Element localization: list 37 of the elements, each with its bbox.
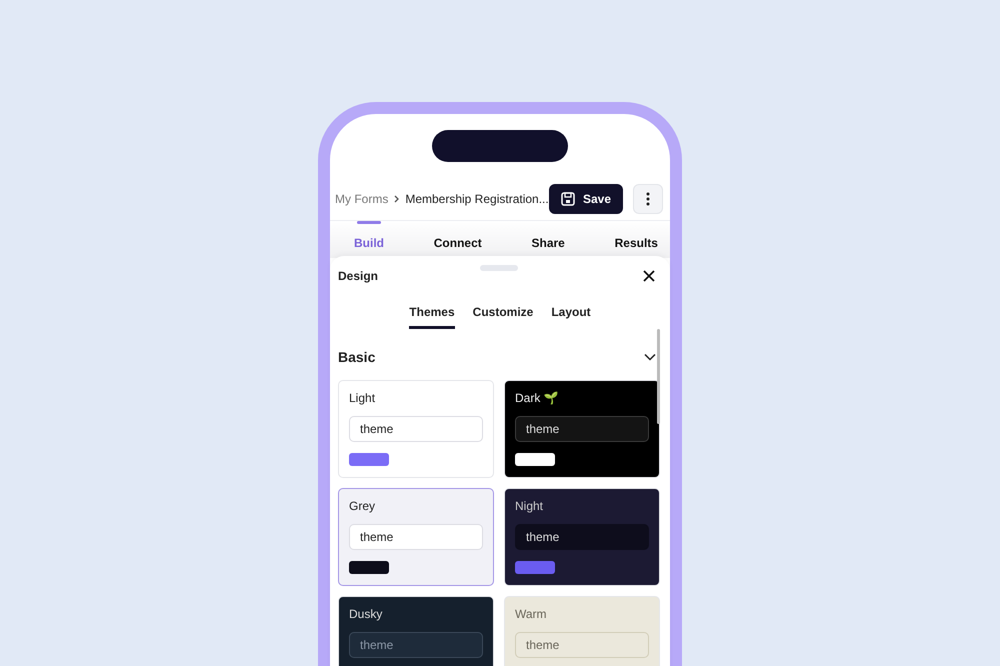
- tab[interactable]: Results: [614, 221, 658, 258]
- drag-handle[interactable]: [480, 265, 518, 271]
- chevron-right-icon: [394, 195, 400, 203]
- sample-field: theme: [515, 632, 649, 658]
- sample-field: theme: [349, 632, 483, 658]
- vertical-dots-icon: [646, 192, 650, 206]
- sample-field: theme: [515, 524, 649, 550]
- theme-card[interactable]: Grey theme: [338, 488, 494, 586]
- theme-name: Night: [515, 499, 544, 513]
- theme-name: Dusky: [349, 607, 382, 621]
- chevron-down-icon[interactable]: [644, 353, 656, 361]
- breadcrumb-current: Membership Registration...: [405, 192, 549, 206]
- theme-name: Dark 🌱: [515, 391, 559, 405]
- theme-name: Grey: [349, 499, 376, 513]
- theme-card[interactable]: Dark 🌱 theme: [504, 380, 660, 478]
- theme-name: Light: [349, 391, 376, 405]
- theme-name: Warm: [515, 607, 547, 621]
- sample-field: theme: [349, 416, 483, 442]
- sheet-title: Design: [338, 269, 378, 283]
- section-title: Basic: [338, 349, 376, 365]
- theme-card[interactable]: Night theme: [504, 488, 660, 586]
- tab[interactable]: Customize: [472, 305, 534, 329]
- tab[interactable]: Share: [532, 221, 565, 258]
- sample-field: theme: [515, 416, 649, 442]
- scrollbar[interactable]: [657, 329, 660, 424]
- close-icon[interactable]: [643, 270, 655, 282]
- breadcrumb-link[interactable]: My Forms: [335, 192, 388, 206]
- theme-card[interactable]: Light theme: [338, 380, 494, 478]
- tab[interactable]: Themes: [409, 305, 455, 329]
- theme-card[interactable]: Warm theme: [504, 596, 660, 666]
- tab[interactable]: Build: [354, 221, 384, 258]
- tab[interactable]: Connect: [434, 221, 482, 258]
- save-button[interactable]: Save: [548, 184, 623, 214]
- more-options-button[interactable]: [633, 184, 663, 214]
- sample-field: theme: [349, 524, 483, 550]
- theme-card[interactable]: Dusky theme: [338, 596, 494, 666]
- tab[interactable]: Layout: [551, 305, 591, 329]
